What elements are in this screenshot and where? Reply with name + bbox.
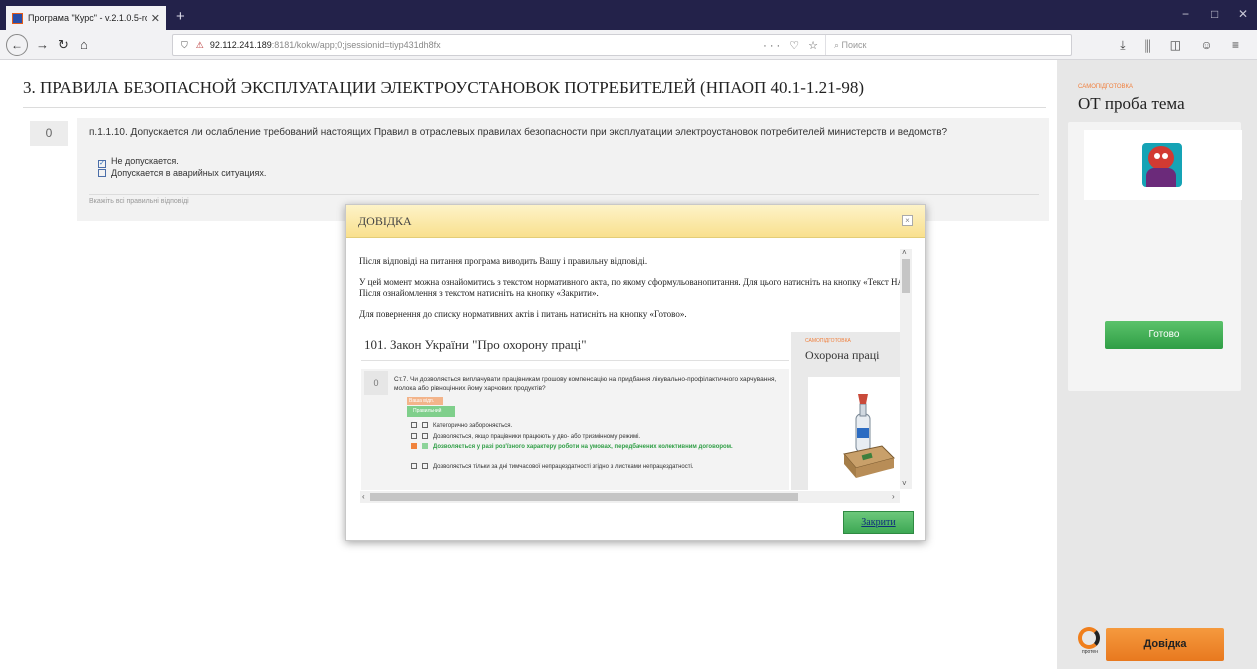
insecure-lock-icon[interactable]: ⚠: [196, 40, 204, 51]
reload-button[interactable]: ↻: [58, 37, 69, 53]
example-answer: Дозволяється тільки за дні тимчасової не…: [411, 463, 781, 471]
sidebar-label: САМОПІДГОТОВКА: [1078, 84, 1134, 90]
answer-option[interactable]: Допускается в аварийных ситуациях.: [98, 168, 266, 178]
home-button[interactable]: ⌂: [80, 37, 88, 52]
question-divider: [89, 194, 1039, 195]
page-actions[interactable]: ··· ♡ ☆: [763, 39, 821, 52]
milk-and-money-image: [842, 392, 895, 482]
search-placeholder: Поиск: [841, 40, 867, 50]
example-answer: Дозволяється, якщо працівники працюють у…: [411, 433, 781, 441]
tab-title: Програма "Курс" - v.2.1.0.5-rc: [28, 13, 147, 23]
title-divider: [23, 107, 1046, 108]
vertical-scrollbar[interactable]: ˄ ˅: [900, 248, 912, 489]
example-question-number: 0: [364, 371, 388, 395]
example-screenshot: 101. Закон України "Про охорону праці" 0…: [361, 332, 901, 490]
scroll-left-icon[interactable]: ‹: [362, 492, 365, 501]
maximize-button[interactable]: □: [1211, 7, 1218, 21]
example-answer-label: Дозволяється тільки за дні тимчасової не…: [433, 464, 694, 470]
dialog-title: ДОВІДКА: [358, 214, 412, 228]
browser-tab-bar: Програма "Курс" - v.2.1.0.5-rc ✕ + − □ ✕: [0, 0, 1257, 30]
dialog-header: ДОВІДКА ×: [346, 205, 925, 238]
toolbar-icons[interactable]: ⤓ ⫼ ◫ ☺ ≡: [1120, 38, 1247, 53]
example-title: 101. Закон України "Про охорону праці": [364, 337, 587, 352]
logo-text: протен: [1082, 649, 1098, 655]
page-title: 3. ПРАВИЛА БЕЗОПАСНОЙ ЭКСПЛУАТАЦИИ ЭЛЕКТ…: [23, 78, 864, 97]
scroll-up-icon[interactable]: ˄: [902, 248, 907, 257]
example-answer-label: Дозволяється у разі роз'їзного характеру…: [433, 444, 733, 450]
url-host: 92.112.241.189: [209, 40, 272, 50]
sidebar-title: ОТ проба тема: [1078, 94, 1185, 113]
horizontal-scrollbar[interactable]: ‹ ›: [360, 491, 900, 503]
forward-button[interactable]: →: [36, 37, 49, 52]
browser-nav-bar: ← → ↻ ⌂ ⛉ ⚠ 92.112.241.189 :8181/kokw/ap…: [0, 30, 1257, 60]
answer-label: Не допускается.: [111, 156, 179, 166]
example-divider: [361, 360, 789, 361]
minimize-button[interactable]: −: [1182, 7, 1189, 21]
dialog-paragraph: Для повернення до списку нормативних акт…: [359, 309, 687, 319]
question-hint: Вкажіть всі правильні відповіді: [89, 198, 189, 205]
checkbox-checked-icon[interactable]: ✓: [98, 160, 106, 168]
scroll-thumb[interactable]: [902, 259, 910, 293]
new-tab-button[interactable]: +: [176, 8, 185, 25]
example-answer-label: Категорично забороняється.: [433, 423, 513, 429]
checkbox-icon[interactable]: [98, 169, 106, 177]
example-question-text: Ст.7. Чи дозволяється виплачувати праців…: [394, 376, 777, 392]
correct-answer-badge: Правильний ответ: [407, 406, 455, 425]
proten-logo: протен: [1078, 627, 1102, 661]
answer-label: Допускается в аварийных ситуациях.: [111, 168, 267, 178]
example-side-title: Охорона праці: [805, 348, 880, 362]
scroll-right-icon[interactable]: ›: [892, 492, 895, 501]
dialog-close-icon[interactable]: ×: [902, 215, 913, 226]
app-favicon-icon: [12, 12, 23, 24]
tab-close-icon[interactable]: ✕: [151, 12, 160, 25]
search-icon: ⌕: [834, 39, 842, 50]
back-button[interactable]: ←: [6, 34, 28, 56]
scroll-down-icon[interactable]: ˅: [902, 479, 907, 488]
question-text: п.1.1.10. Допускается ли ослабление треб…: [89, 127, 948, 138]
your-answer-badge: Ваша відп.: [407, 397, 443, 405]
window-close-button[interactable]: ✕: [1238, 7, 1248, 21]
shield-icon[interactable]: ⛉: [181, 40, 188, 51]
example-answer-label: Дозволяється, якщо працівники працюють у…: [433, 434, 641, 440]
search-field[interactable]: ⌕ Поиск: [825, 35, 1071, 55]
scroll-thumb[interactable]: [370, 493, 798, 501]
question-number: 0: [30, 121, 68, 146]
help-button[interactable]: Довідка: [1106, 628, 1224, 661]
help-dialog: ДОВІДКА × Після відповіді на питання про…: [345, 204, 926, 541]
mascot-image: [1142, 143, 1182, 187]
dialog-paragraph: У цей момент можна ознайомитись з тексто…: [359, 277, 911, 298]
url-bar[interactable]: ⛉ ⚠ 92.112.241.189 :8181/kokw/app;0;jses…: [172, 34, 1072, 56]
ready-button[interactable]: Готово: [1105, 321, 1223, 349]
browser-tab[interactable]: Програма "Курс" - v.2.1.0.5-rc ✕: [6, 6, 166, 30]
url-path: :8181/kokw/app;0;jsessionid=tiyp431dh8fx: [271, 40, 441, 50]
close-button[interactable]: Закрити: [843, 511, 914, 534]
answer-option[interactable]: ✓ Не допускается.: [98, 156, 179, 168]
example-answer: Категорично забороняється.: [411, 422, 781, 430]
example-answer-correct: Дозволяється у разі роз'їзного характеру…: [411, 443, 781, 451]
dialog-paragraph: Після відповіді на питання програма виво…: [359, 256, 648, 266]
example-side-label: САМОПІДГОТОВКА: [805, 338, 851, 344]
